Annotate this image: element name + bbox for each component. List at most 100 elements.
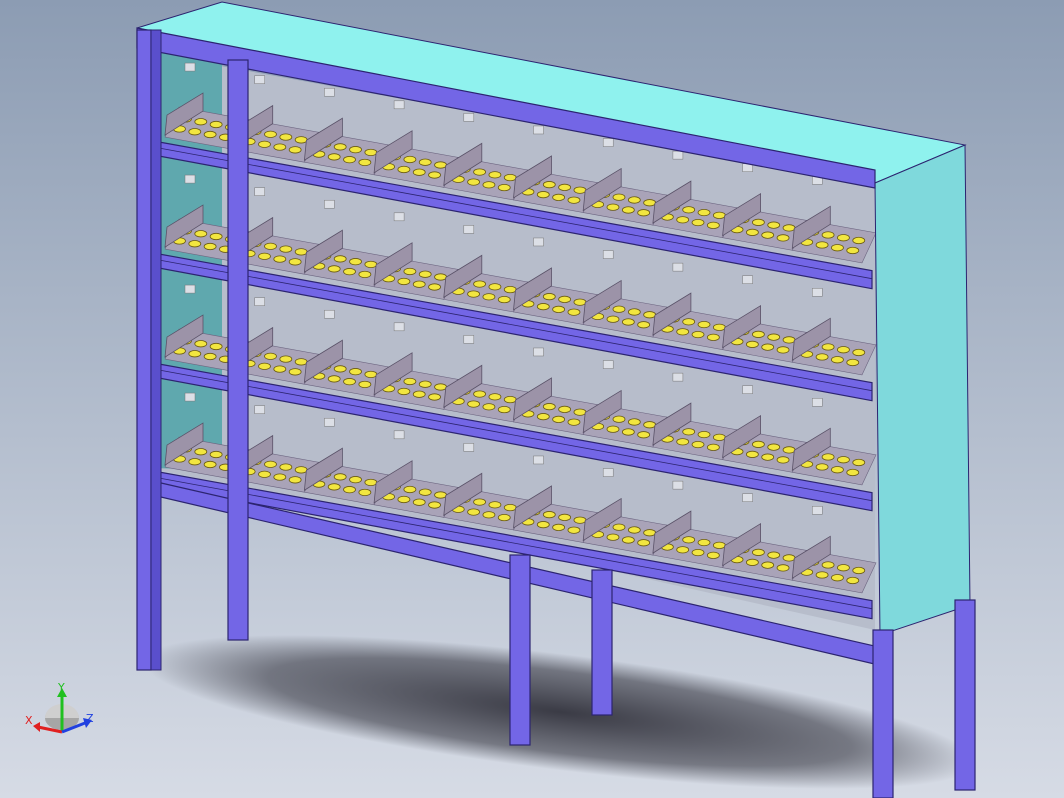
back-stop-tab [812, 398, 823, 407]
roller [209, 450, 223, 459]
roller [194, 230, 208, 238]
roller [776, 346, 790, 354]
roller [767, 333, 781, 341]
roller [542, 181, 556, 189]
roller [428, 171, 441, 179]
roller [434, 273, 447, 281]
roller [467, 290, 480, 298]
roller [497, 295, 511, 304]
roller [706, 221, 720, 229]
back-stop-tab [463, 443, 475, 452]
roller [327, 153, 341, 161]
roller [412, 280, 426, 288]
roller [203, 242, 217, 251]
roller [751, 548, 765, 556]
back-stop-tab [324, 309, 335, 319]
roller [288, 476, 302, 484]
roller [761, 453, 775, 461]
rear-right-leg [954, 599, 976, 791]
roller [542, 403, 556, 411]
roller [488, 501, 502, 509]
roller [831, 466, 844, 474]
roller [428, 283, 441, 291]
roller [403, 155, 417, 164]
roller [503, 173, 517, 182]
roller [558, 183, 572, 191]
roller [567, 526, 581, 534]
roller [473, 498, 486, 506]
roller [343, 268, 356, 276]
roller [488, 393, 502, 401]
roller [691, 440, 705, 449]
cad-viewport[interactable]: X Y Z [0, 0, 1064, 798]
roller [815, 241, 829, 249]
roller [203, 460, 217, 469]
roller [552, 193, 566, 201]
roller [697, 320, 711, 329]
roller [643, 311, 657, 319]
roller [712, 433, 726, 441]
roller [349, 146, 362, 154]
roller [364, 260, 378, 269]
roller [676, 546, 690, 554]
roller [712, 541, 726, 549]
back-stop-tab [742, 385, 753, 394]
roller [821, 343, 835, 351]
roller [412, 168, 426, 176]
roller [467, 508, 480, 516]
roller [473, 280, 486, 288]
back-stop-tab [393, 212, 405, 222]
roller [621, 536, 635, 544]
roller [573, 408, 587, 416]
back-stop-tab [602, 138, 614, 147]
roller [482, 511, 496, 519]
roller [558, 405, 572, 413]
roller [364, 370, 378, 379]
back-stop-tab [463, 113, 475, 122]
roller [837, 346, 850, 354]
roller [837, 234, 850, 242]
roller [761, 231, 775, 239]
roller [852, 348, 866, 357]
back-stop-tab [254, 75, 265, 84]
roller [831, 574, 844, 582]
roller [691, 330, 705, 339]
roller [831, 244, 844, 252]
roller [712, 323, 726, 331]
roller [552, 305, 566, 313]
roller [358, 380, 372, 389]
roller [745, 558, 759, 566]
roller [761, 561, 775, 569]
roller [606, 533, 620, 541]
roller [776, 456, 790, 464]
roller [397, 495, 411, 504]
roller [288, 146, 302, 154]
roller [434, 383, 447, 391]
roller [273, 473, 287, 481]
roller [776, 564, 790, 572]
roller [343, 378, 356, 386]
roller [573, 298, 587, 306]
roller [536, 521, 550, 529]
roller [567, 196, 581, 204]
roller [203, 352, 217, 361]
roller [852, 458, 866, 467]
roller [846, 246, 860, 255]
roller [745, 228, 759, 236]
roller [333, 143, 347, 151]
roller [279, 245, 293, 253]
roller [837, 456, 850, 464]
roller [821, 231, 835, 239]
roller [194, 448, 208, 456]
roller [612, 305, 626, 313]
roller [294, 466, 308, 474]
roller [497, 405, 511, 414]
roller [503, 503, 517, 512]
roller [288, 258, 302, 266]
roller [279, 133, 293, 141]
roller [209, 342, 223, 351]
roller [403, 485, 417, 494]
roller [536, 303, 550, 311]
roller [558, 295, 572, 303]
roller [745, 450, 759, 458]
